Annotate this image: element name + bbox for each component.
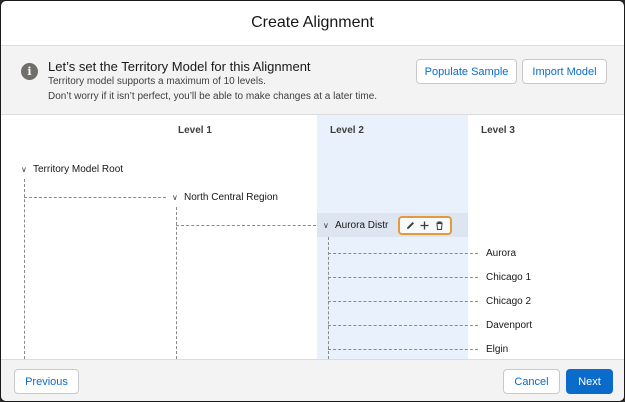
tree-node-level-3[interactable]: Aurora <box>486 248 516 259</box>
info-text-line-1: Territory model supports a maximum of 10… <box>48 76 266 87</box>
modal-footer: Previous Cancel Next <box>1 359 624 401</box>
tree-node-label: North Central Region <box>184 192 278 203</box>
level-2-column-highlight <box>317 115 468 359</box>
chevron-down-icon[interactable]: ∨ <box>172 193 182 202</box>
plus-icon[interactable] <box>419 220 430 231</box>
tree-node-label: Territory Model Root <box>33 164 124 175</box>
import-model-button[interactable]: Import Model <box>522 59 607 84</box>
tree-connector <box>24 179 25 359</box>
previous-button[interactable]: Previous <box>14 369 79 394</box>
tree-connector <box>328 325 478 326</box>
tree-connector <box>176 225 316 226</box>
chevron-down-icon[interactable]: ∨ <box>21 165 31 174</box>
tree-node-level-3[interactable]: Davenport <box>486 320 532 331</box>
tree-node-root[interactable]: ∨ Territory Model Root <box>21 164 123 175</box>
next-button[interactable]: Next <box>566 369 613 394</box>
trash-icon[interactable] <box>434 220 445 231</box>
tree-connector <box>328 349 478 350</box>
tree-connector <box>328 237 329 359</box>
territory-grid: Level 1 Level 2 Level 3 ∨ Territory Mode… <box>1 115 624 359</box>
info-title: Let’s set the Territory Model for this A… <box>48 59 311 74</box>
pencil-icon[interactable] <box>405 220 416 231</box>
tree-node-level-1[interactable]: ∨ North Central Region <box>172 192 278 203</box>
tree-node-level-3[interactable]: Chicago 2 <box>486 296 531 307</box>
node-action-toolbar <box>398 216 452 235</box>
tree-connector <box>328 301 478 302</box>
tree-node-label: Aurora Distr <box>335 220 389 231</box>
chevron-down-icon[interactable]: ∨ <box>323 221 333 230</box>
tree-connector <box>328 253 478 254</box>
tree-connector <box>24 197 166 198</box>
tree-node-level-3[interactable]: Elgin <box>486 344 508 355</box>
tree-node-level-3[interactable]: Chicago 1 <box>486 272 531 283</box>
modal-title: Create Alignment <box>251 14 374 31</box>
tree-connector <box>328 277 478 278</box>
column-header-level-1: Level 1 <box>178 125 212 136</box>
column-header-level-2: Level 2 <box>330 125 364 136</box>
column-header-level-3: Level 3 <box>481 125 515 136</box>
info-icon: i <box>21 63 38 80</box>
info-text-line-2: Don’t worry if it isn’t perfect, you’ll … <box>48 91 378 102</box>
populate-sample-button[interactable]: Populate Sample <box>416 59 517 84</box>
tree-connector <box>176 207 177 359</box>
modal-header: Create Alignment <box>1 1 624 46</box>
info-banner: i Let’s set the Territory Model for this… <box>1 46 624 115</box>
tree-node-level-2[interactable]: ∨ Aurora Distr <box>323 220 388 231</box>
cancel-button[interactable]: Cancel <box>503 369 560 394</box>
create-alignment-modal: Create Alignment i Let’s set the Territo… <box>0 0 625 402</box>
